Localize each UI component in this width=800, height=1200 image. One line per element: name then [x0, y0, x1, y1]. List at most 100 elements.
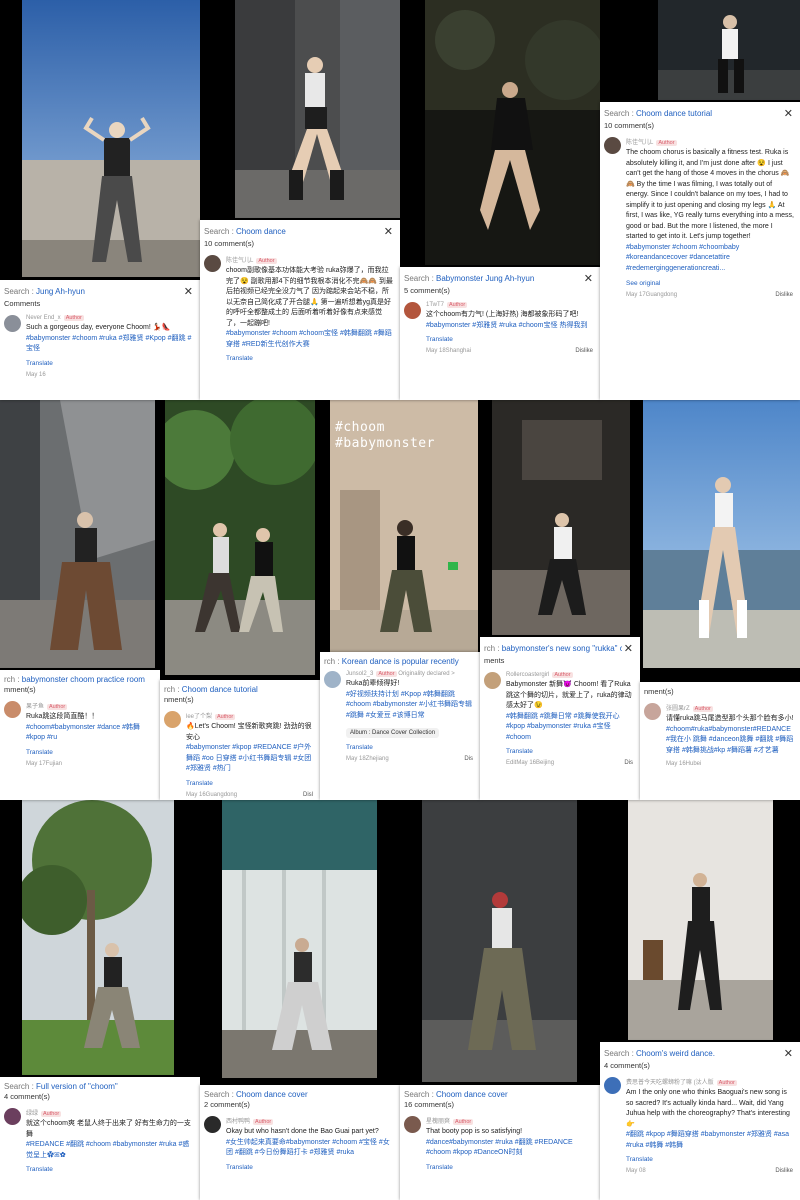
hashtags[interactable]: #REDANCE #翻跳 #choom #babymonster #ruka #…: [26, 1141, 189, 1159]
avatar[interactable]: [404, 1116, 421, 1133]
video-frame-6[interactable]: [165, 400, 315, 675]
post-date: May 08: [626, 1168, 646, 1174]
dislike-button[interactable]: Dislike: [775, 292, 793, 298]
video-frame-4[interactable]: [658, 0, 800, 100]
avatar[interactable]: [604, 137, 621, 154]
video-caption: #choom #babymonster: [335, 420, 435, 451]
originality-declared[interactable]: Originality declared >: [398, 671, 455, 677]
close-icon[interactable]: ✕: [182, 285, 195, 298]
dislike-button[interactable]: Dislike: [775, 1168, 793, 1174]
video-frame-9[interactable]: [643, 400, 800, 668]
search-query[interactable]: Search : Choom's weird dance.: [604, 1049, 715, 1058]
dancer-photo: [422, 800, 577, 1082]
avatar[interactable]: [204, 1116, 221, 1133]
avatar[interactable]: [204, 255, 221, 272]
avatar[interactable]: [4, 701, 21, 718]
video-frame-11[interactable]: [222, 800, 377, 1078]
username[interactable]: 果子鱼: [26, 704, 44, 710]
dislike-button[interactable]: Dis: [624, 760, 633, 766]
album-chip[interactable]: Album : Dance Cover Collection: [346, 728, 440, 738]
translate-link[interactable]: Translate: [26, 1166, 195, 1173]
see-original-link[interactable]: See original: [626, 280, 795, 287]
hashtags[interactable]: #choom#babymonster #dance #韩舞 #kpop #ru: [26, 724, 140, 742]
username[interactable]: 陈佳气儿L: [226, 258, 253, 264]
hashtags[interactable]: #韩舞翻跳 #跳舞日常 #跳舞使我开心 #kpop #babymonster #…: [506, 713, 620, 741]
video-frame-1[interactable]: [22, 0, 200, 277]
dislike-button[interactable]: Dislike: [575, 348, 593, 354]
username[interactable]: lee了个梨: [186, 714, 212, 720]
search-query[interactable]: Search : Choom dance cover: [404, 1090, 508, 1099]
avatar[interactable]: [404, 302, 421, 319]
username[interactable]: 费思普今天吃螺蛳粉了嘛 (汰人版: [626, 1080, 714, 1086]
comment-count: 16 comment(s): [404, 1100, 455, 1109]
username[interactable]: 绿绿: [26, 1111, 38, 1117]
close-icon[interactable]: ✕: [782, 107, 795, 120]
video-frame-13[interactable]: [628, 800, 773, 1040]
search-query[interactable]: Search : Babymonster Jung Ah-hyun: [404, 274, 534, 283]
search-query[interactable]: rch : babymonster's new song "rukka" cho…: [484, 644, 622, 653]
translate-link[interactable]: Translate: [26, 360, 195, 367]
dislike-button[interactable]: Disl: [303, 792, 313, 798]
post-date: May 18Zhejiang: [346, 756, 389, 762]
close-icon[interactable]: ✕: [382, 225, 395, 238]
search-query[interactable]: rch : Korean dance is popular recently: [324, 657, 459, 666]
comment-text: Ruka前辈倾得好!: [346, 680, 400, 687]
translate-link[interactable]: Translate: [346, 744, 475, 751]
avatar[interactable]: [644, 703, 661, 720]
search-query[interactable]: rch : Choom dance tutorial: [164, 685, 258, 694]
search-query[interactable]: Search : Choom dance cover: [204, 1090, 308, 1099]
hashtags[interactable]: #dance#babymonster #ruka #翻跳 #REDANCE #c…: [426, 1139, 573, 1157]
username[interactable]: 西村鸭鸭: [226, 1119, 250, 1125]
translate-link[interactable]: Translate: [506, 748, 635, 755]
video-frame-10[interactable]: [22, 800, 174, 1075]
comment-count: 4 comment(s): [4, 1092, 50, 1101]
search-query[interactable]: Search : Full version of "choom": [4, 1082, 118, 1091]
video-frame-12[interactable]: [422, 800, 577, 1082]
hashtags[interactable]: #好视频扶持计划 #Kpop #韩舞翻跳 #choom #babymonster…: [346, 691, 472, 719]
username[interactable]: 星槐丽爽: [426, 1119, 450, 1125]
dancer-photo: [628, 800, 773, 1040]
hashtags[interactable]: #女生帅起来真要命#babymonster #choom #宝怪 #女团 #翻跳…: [226, 1139, 390, 1157]
avatar[interactable]: [484, 672, 501, 689]
avatar[interactable]: [604, 1077, 621, 1094]
hashtags[interactable]: #babymonster #choom #choombaby #koreanda…: [626, 244, 739, 272]
search-query[interactable]: rch : babymonster choom practice room: [4, 675, 145, 684]
hashtags[interactable]: #翻跳 #kpop #舞蹈穿搭 #babymonster #郑雅贤 #asa #…: [626, 1131, 789, 1149]
comment-card-cover-2: Search : Choom dance cover 2 comment(s) …: [200, 1085, 400, 1200]
avatar[interactable]: [324, 671, 341, 688]
avatar[interactable]: [4, 315, 21, 332]
hashtags[interactable]: #choom#ruka#babymonster#REDANCE #我在小 跳舞 …: [666, 726, 793, 754]
dislike-button[interactable]: Dis: [464, 756, 473, 762]
close-icon[interactable]: ✕: [622, 642, 635, 655]
close-icon[interactable]: ✕: [582, 272, 595, 285]
username[interactable]: 张圆果rZ: [666, 706, 690, 712]
avatar[interactable]: [164, 711, 181, 728]
username[interactable]: 1TwT7: [426, 302, 444, 308]
hashtags[interactable]: #babymonster #郑雅贤 #ruka #choom宝怪 热得我到: [426, 322, 587, 329]
translate-link[interactable]: Translate: [26, 749, 155, 756]
translate-link[interactable]: Translate: [626, 1156, 795, 1163]
hashtags[interactable]: #babymonster #kpop #REDANCE #户外舞蹈 #oo 日穿…: [186, 744, 311, 772]
username[interactable]: Junsol2_3: [346, 671, 373, 677]
translate-link[interactable]: Translate: [226, 1164, 395, 1171]
comment-count: 10 comment(s): [604, 121, 655, 130]
close-icon[interactable]: ✕: [782, 1047, 795, 1060]
video-frame-3[interactable]: [425, 0, 600, 265]
hashtags[interactable]: #babymonster #choom #ruka #郑雅贤 #Kpop #翻跳…: [26, 335, 191, 353]
search-query[interactable]: Search : Choom dance: [204, 227, 286, 236]
translate-link[interactable]: Translate: [426, 1164, 595, 1171]
hashtags[interactable]: #babymonster #choom #choom宝怪 #韩舞翻跳 #舞蹈穿搭…: [226, 330, 392, 348]
search-query[interactable]: Search : Choom dance tutorial: [604, 109, 712, 118]
video-frame-2[interactable]: [235, 0, 400, 218]
username[interactable]: Never End_x: [26, 315, 61, 321]
translate-link[interactable]: Translate: [426, 336, 595, 343]
username[interactable]: 陈佳气儿L: [626, 140, 653, 146]
translate-link[interactable]: Translate: [226, 355, 395, 362]
username[interactable]: Rollercoastergirl: [506, 672, 549, 678]
video-frame-8[interactable]: [492, 400, 630, 635]
avatar[interactable]: [4, 1108, 21, 1125]
search-query[interactable]: Search : Jung Ah-hyun: [4, 287, 85, 296]
video-frame-5[interactable]: [0, 400, 155, 668]
translate-link[interactable]: Translate: [186, 780, 315, 787]
comment-card-practice-room: rch : babymonster choom practice room mm…: [0, 670, 160, 800]
